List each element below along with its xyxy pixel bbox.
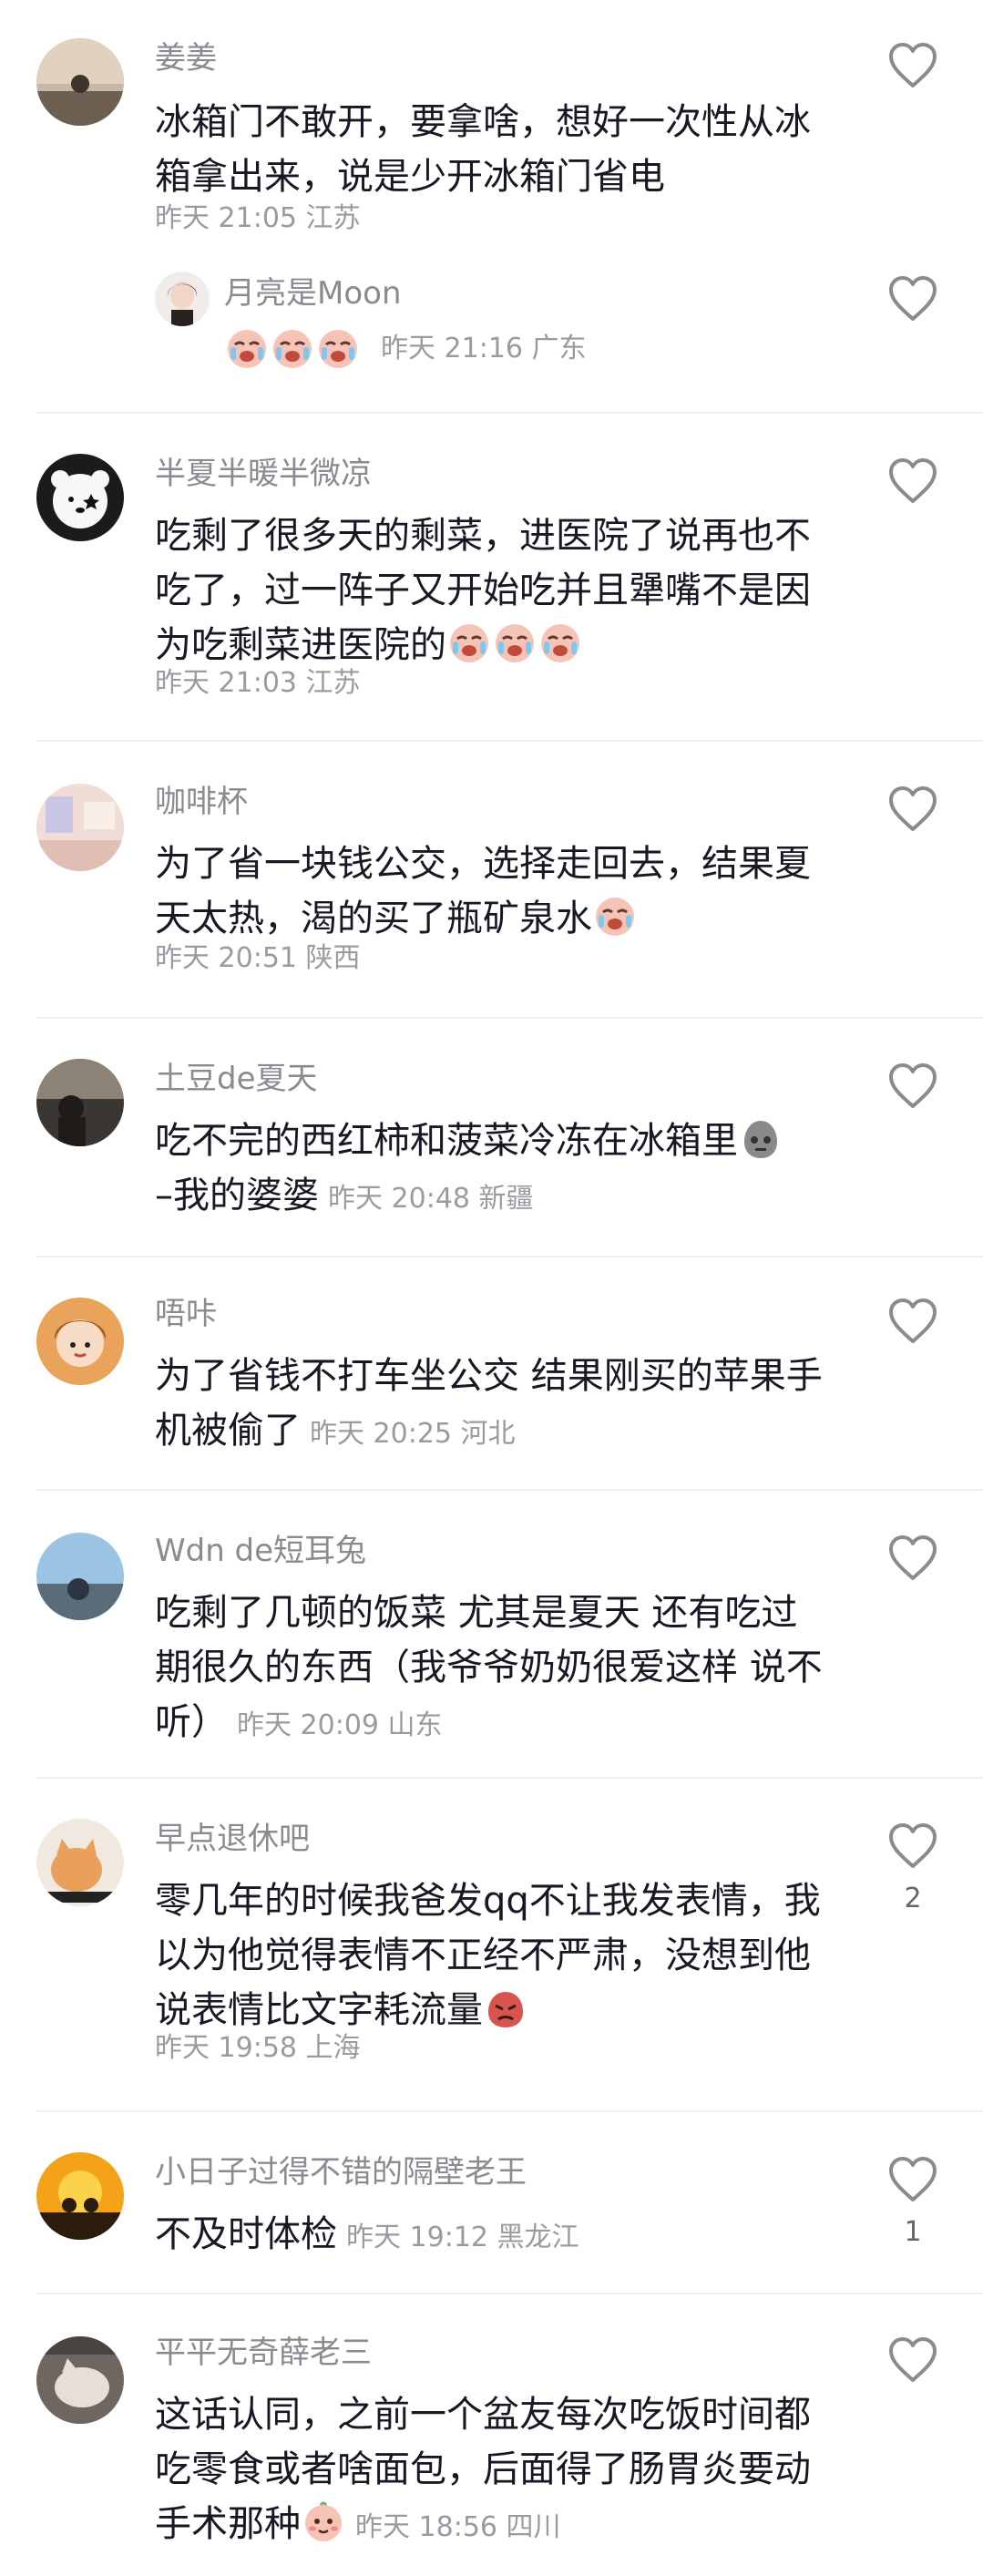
divider xyxy=(36,412,983,414)
cat-meme-avatar[interactable] xyxy=(36,1819,124,1906)
like-heart-icon[interactable] xyxy=(887,1298,938,1345)
comment-username[interactable]: 小日子过得不错的隔壁老王 xyxy=(155,2152,527,2192)
divider xyxy=(36,1489,983,1491)
reply-meta: 昨天 21:16 广东 xyxy=(224,328,587,370)
like-count: 1 xyxy=(904,2216,922,2248)
comment-username[interactable]: 半夏半暖半微凉 xyxy=(155,454,372,494)
comment-username[interactable]: 唔咔 xyxy=(155,1294,217,1334)
comment-meta: 昨天 20:09 山东 xyxy=(237,1709,443,1741)
comment-text: 不及时体检 昨天 19:12 黑龙江 xyxy=(155,2213,579,2255)
like-heart-icon[interactable] xyxy=(887,1822,938,1870)
comment-text: 冰箱门不敢开，要拿啥，想好一次性从冰箱拿出来，说是少开冰箱门省电 xyxy=(155,101,811,198)
comment-username[interactable]: 平平无奇薛老三 xyxy=(155,2333,372,2373)
crying-laughing-emoji-icon xyxy=(273,330,312,368)
comment-meta: 昨天 20:25 河北 xyxy=(310,1418,516,1450)
comment-meta: 昨天 20:48 新疆 xyxy=(328,1183,534,1215)
comment-username[interactable]: Wdn de短耳兔 xyxy=(155,1531,366,1571)
like-heart-icon[interactable] xyxy=(887,785,938,833)
comment-text: 吃不完的西红柿和菠菜冷冻在冰箱里 –我的婆婆 昨天 20:48 新疆 xyxy=(155,1114,829,1226)
cat-photo-avatar[interactable] xyxy=(36,2336,124,2424)
comment-text: 为了省一块钱公交，选择走回去，结果夏天太热，渴的买了瓶矿泉水 xyxy=(155,843,811,939)
crying-laughing-emoji-icon xyxy=(596,898,634,936)
comment-meta: 昨天 21:05 江苏 xyxy=(155,202,361,234)
like-heart-icon[interactable] xyxy=(887,2336,938,2384)
like-heart-icon[interactable] xyxy=(887,457,938,505)
comment-meta: 昨天 21:03 江苏 xyxy=(155,667,361,699)
divider xyxy=(36,1017,983,1019)
like-heart-icon[interactable] xyxy=(887,42,938,89)
crying-laughing-emoji-icon xyxy=(319,330,357,368)
dusk-landscape-avatar[interactable] xyxy=(36,38,124,126)
divider xyxy=(36,2293,983,2294)
divider xyxy=(36,1256,983,1257)
comment-text: 吃剩了几顿的饭菜 尤其是夏天 还有吃过期很久的东西（我爷爷奶奶很爱这样 说不听）… xyxy=(155,1592,823,1743)
comment-text: 为了省钱不打车坐公交 结果刚买的苹果手机被偷了 昨天 20:25 河北 xyxy=(155,1355,823,1452)
comment-username[interactable]: 土豆de夏天 xyxy=(155,1059,318,1099)
comment-meta: 昨天 20:51 陕西 xyxy=(155,942,361,974)
comment-text: 吃剩了很多天的剩菜，进医院了说再也不吃了，过一阵子又开始吃并且犟嘴不是因为吃剩菜… xyxy=(155,515,811,666)
crying-laughing-emoji-icon xyxy=(541,624,579,662)
comment-text: 这话认同，之前一个盆友每次吃饭时间都吃零食或者啥面包，后面得了肠胃炎要动手术那种… xyxy=(155,2394,811,2545)
sunset-silhouette-avatar[interactable] xyxy=(36,2152,124,2240)
comment-meta: 昨天 18:56 四川 xyxy=(355,2511,561,2543)
pastel-room-avatar[interactable] xyxy=(36,784,124,871)
reply-username[interactable]: 月亮是Moon xyxy=(224,273,402,313)
like-heart-icon[interactable] xyxy=(887,1062,938,1110)
shy-smile-emoji-icon xyxy=(305,2501,342,2541)
comment-text: 零几年的时候我爸发qq不让我发表情，我以为他觉得表情不正经不严肃，没想到他说表情… xyxy=(155,1880,821,2031)
angry-red-emoji-icon xyxy=(488,1992,523,2027)
comment-username[interactable]: 咖啡杯 xyxy=(155,782,248,822)
sky-photo-avatar[interactable] xyxy=(36,1533,124,1620)
like-count: 2 xyxy=(904,1883,922,1914)
divider xyxy=(36,1777,983,1779)
crying-laughing-emoji-icon xyxy=(450,624,488,662)
comment-meta: 昨天 19:12 黑龙江 xyxy=(346,2222,579,2253)
crying-laughing-emoji-icon xyxy=(228,330,266,368)
divider xyxy=(36,740,983,742)
like-heart-icon[interactable] xyxy=(887,275,938,323)
girl-cartoon-avatar[interactable] xyxy=(36,1298,124,1385)
comment-username[interactable]: 早点退休吧 xyxy=(155,1819,310,1859)
like-heart-icon[interactable] xyxy=(887,2156,938,2203)
street-scene-avatar[interactable] xyxy=(36,1059,124,1146)
bear-avatar[interactable] xyxy=(36,454,124,541)
like-heart-icon[interactable] xyxy=(887,1534,938,1582)
divider xyxy=(36,2110,983,2112)
comment-meta: 昨天 19:58 上海 xyxy=(155,2032,361,2064)
woman-portrait-avatar[interactable] xyxy=(155,272,210,326)
speechless-gray-emoji-icon xyxy=(744,1121,777,1158)
crying-laughing-emoji-icon xyxy=(496,624,534,662)
comment-username[interactable]: 姜姜 xyxy=(155,38,217,78)
